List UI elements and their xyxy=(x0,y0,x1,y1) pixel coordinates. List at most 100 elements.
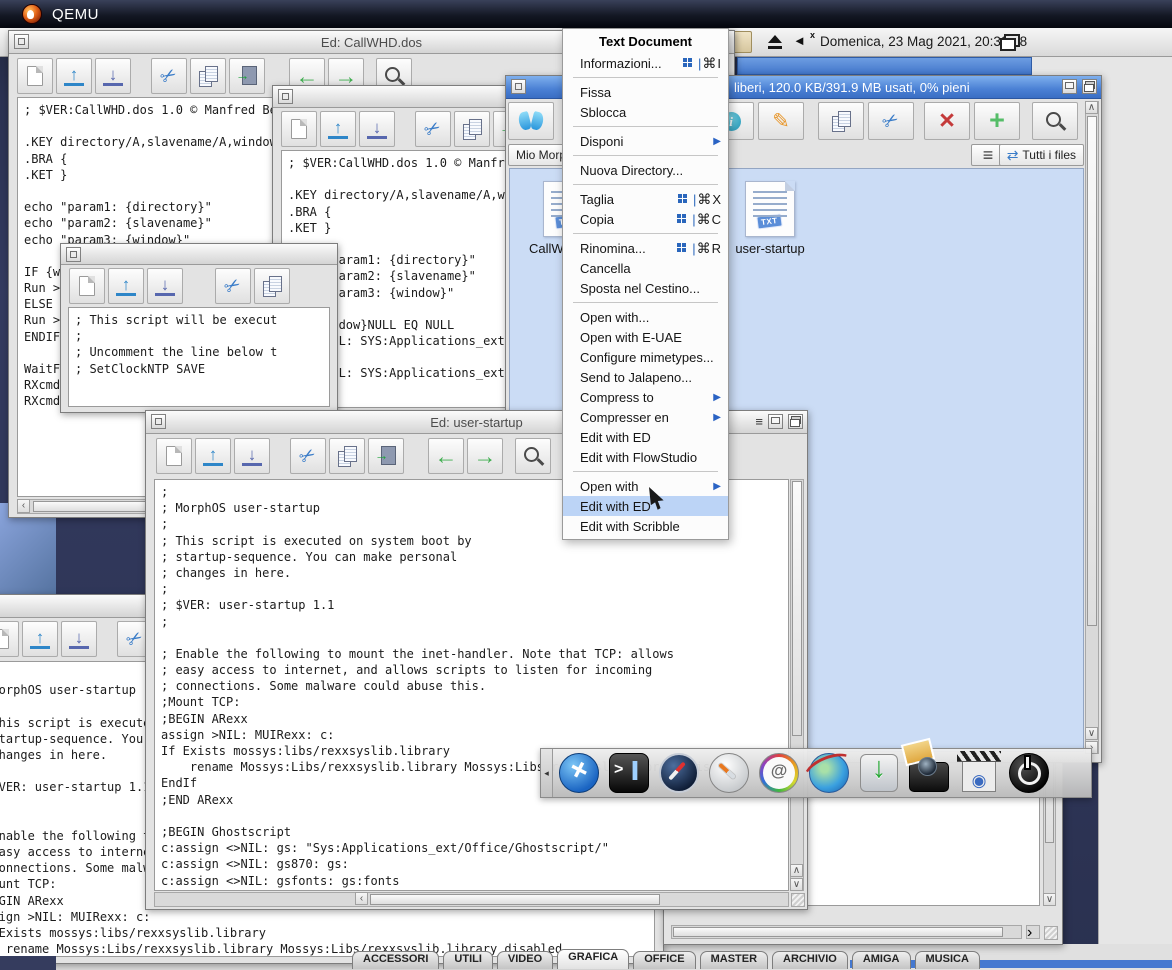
menu-item[interactable]: Compresser en▶ xyxy=(563,407,728,427)
back-button[interactable] xyxy=(428,438,464,474)
dock-item-globe-network[interactable] xyxy=(807,751,851,795)
menu-gadget[interactable]: ≡ xyxy=(755,414,763,429)
category-tab-office[interactable]: OFFICE xyxy=(633,951,695,969)
category-tab-amiga[interactable]: AMIGA xyxy=(852,951,911,969)
delete-button[interactable] xyxy=(924,102,970,140)
file-item[interactable]: TXTuser-startup xyxy=(722,181,818,256)
category-tab-utili[interactable]: UTILI xyxy=(443,951,493,969)
scroll-down-arrow[interactable]: ∨ xyxy=(790,878,803,891)
menu-item[interactable]: Cancella xyxy=(563,258,728,278)
scroll-down-arrow[interactable]: ∨ xyxy=(1085,727,1098,740)
dock-item-browser-compass[interactable] xyxy=(657,751,701,795)
menu-item[interactable]: Configure mimetypes... xyxy=(563,347,728,367)
menu-item[interactable]: Compress to▶ xyxy=(563,387,728,407)
new-document-button[interactable] xyxy=(281,111,317,147)
forward-button[interactable] xyxy=(467,438,503,474)
menu-item[interactable]: Edit with ED xyxy=(563,496,728,516)
horizontal-scrollbar[interactable] xyxy=(671,925,1022,939)
open-upload-button[interactable] xyxy=(56,58,92,94)
paste-insert-button[interactable] xyxy=(368,438,404,474)
menu-item[interactable]: Taglia|⌘X xyxy=(563,189,728,209)
menu-item[interactable]: Edit with FlowStudio xyxy=(563,447,728,467)
vertical-scrollbar[interactable]: ∧ ∨ › xyxy=(1085,101,1099,754)
menu-item[interactable]: Send to Jalapeno... xyxy=(563,367,728,387)
scrollbar-thumb[interactable] xyxy=(792,481,802,736)
dock-item-media-viewer[interactable] xyxy=(957,751,1001,795)
cut-button[interactable] xyxy=(868,102,914,140)
category-tab-musica[interactable]: MUSICA xyxy=(915,951,980,969)
horizontal-scrollbar[interactable]: ‹ xyxy=(154,892,789,907)
screens-depth-icon[interactable] xyxy=(1000,34,1020,51)
eject-icon[interactable] xyxy=(766,35,784,50)
dock-collapse-arrow[interactable]: ◂ xyxy=(541,749,553,797)
menu-item[interactable]: Nuova Directory... xyxy=(563,160,728,180)
text-file-icon[interactable]: TXT xyxy=(745,181,795,237)
menu-item[interactable]: Rinomina...|⌘R xyxy=(563,238,728,258)
close-gadget[interactable] xyxy=(278,89,293,104)
scrollbar-thumb[interactable] xyxy=(370,894,660,905)
search-button[interactable] xyxy=(515,438,551,474)
copy-button[interactable] xyxy=(329,438,365,474)
category-tab-archivio[interactable]: ARCHIVIO xyxy=(772,951,848,969)
open-upload-button[interactable] xyxy=(195,438,231,474)
dock-item-system[interactable] xyxy=(557,751,601,795)
menu-item[interactable]: Copia|⌘C xyxy=(563,209,728,229)
dock-item-download[interactable] xyxy=(857,751,901,795)
copy-button[interactable] xyxy=(254,268,290,304)
cut-button[interactable] xyxy=(415,111,451,147)
cut-button[interactable] xyxy=(215,268,251,304)
category-tab-accessori[interactable]: ACCESSORI xyxy=(352,951,439,969)
menu-item[interactable]: Open with E-UAE xyxy=(563,327,728,347)
depth-gadget[interactable] xyxy=(1082,79,1097,94)
resize-grip[interactable] xyxy=(1044,926,1058,940)
cut-button[interactable] xyxy=(290,438,326,474)
dock-item-browser-gauge[interactable] xyxy=(707,751,751,795)
background-window-titlebar[interactable] xyxy=(737,57,1032,75)
code-area[interactable]: ;; MorphOS user-startup;; This script is… xyxy=(154,479,789,891)
open-upload-button[interactable] xyxy=(320,111,356,147)
dock-item-photo-camera[interactable] xyxy=(907,751,951,795)
depth-gadget[interactable] xyxy=(788,414,803,429)
dock-item-mail[interactable] xyxy=(757,751,801,795)
speaker-muted-icon[interactable]: ◄x xyxy=(793,33,813,51)
maximize-gadget[interactable] xyxy=(1062,79,1077,94)
dock-item-terminal[interactable] xyxy=(607,751,651,795)
save-download-button[interactable] xyxy=(61,621,97,657)
new-document-button[interactable] xyxy=(156,438,192,474)
vertical-scrollbar[interactable]: ∧ ∨ xyxy=(790,479,804,891)
menu-item[interactable]: Edit with Scribble xyxy=(563,516,728,536)
save-download-button[interactable] xyxy=(95,58,131,94)
cut-button[interactable] xyxy=(151,58,187,94)
edit-pencil-button[interactable] xyxy=(758,102,804,140)
scrollbar-thumb[interactable] xyxy=(1087,116,1097,626)
category-tab-video[interactable]: VIDEO xyxy=(497,951,553,969)
add-button[interactable] xyxy=(974,102,1020,140)
dock-item-power[interactable] xyxy=(1007,751,1051,795)
category-tab-master[interactable]: MASTER xyxy=(700,951,768,969)
save-download-button[interactable] xyxy=(359,111,395,147)
scrollbar-thumb[interactable] xyxy=(673,927,1003,937)
scroll-left-arrow[interactable]: ‹ xyxy=(17,499,30,513)
new-document-button[interactable] xyxy=(17,58,53,94)
scroll-up-arrow[interactable]: ∧ xyxy=(790,864,803,877)
paste-insert-button[interactable] xyxy=(229,58,265,94)
copy-button[interactable] xyxy=(454,111,490,147)
save-download-button[interactable] xyxy=(147,268,183,304)
scroll-right-arrow[interactable]: › xyxy=(1026,925,1040,939)
save-download-button[interactable] xyxy=(234,438,270,474)
menu-item[interactable]: Fissa xyxy=(563,82,728,102)
window-titlebar[interactable] xyxy=(61,244,337,265)
scroll-left-arrow[interactable]: ‹ xyxy=(355,892,368,905)
menu-item[interactable]: Open with... xyxy=(563,307,728,327)
menu-item[interactable]: Open with▶ xyxy=(563,476,728,496)
code-area[interactable]: ; This script will be execut;; Uncomment… xyxy=(68,307,330,407)
new-document-button[interactable] xyxy=(0,621,19,657)
menu-item[interactable]: Edit with ED xyxy=(563,427,728,447)
menu-item[interactable]: Disponi▶ xyxy=(563,131,728,151)
butterfly-button[interactable] xyxy=(508,102,554,140)
scroll-up-arrow[interactable]: ∧ xyxy=(1085,101,1098,114)
copy-button[interactable] xyxy=(190,58,226,94)
copy-button[interactable] xyxy=(818,102,864,140)
menu-item[interactable]: Informazioni...|⌘I xyxy=(563,53,728,73)
menu-item[interactable]: Sposta nel Cestino... xyxy=(563,278,728,298)
